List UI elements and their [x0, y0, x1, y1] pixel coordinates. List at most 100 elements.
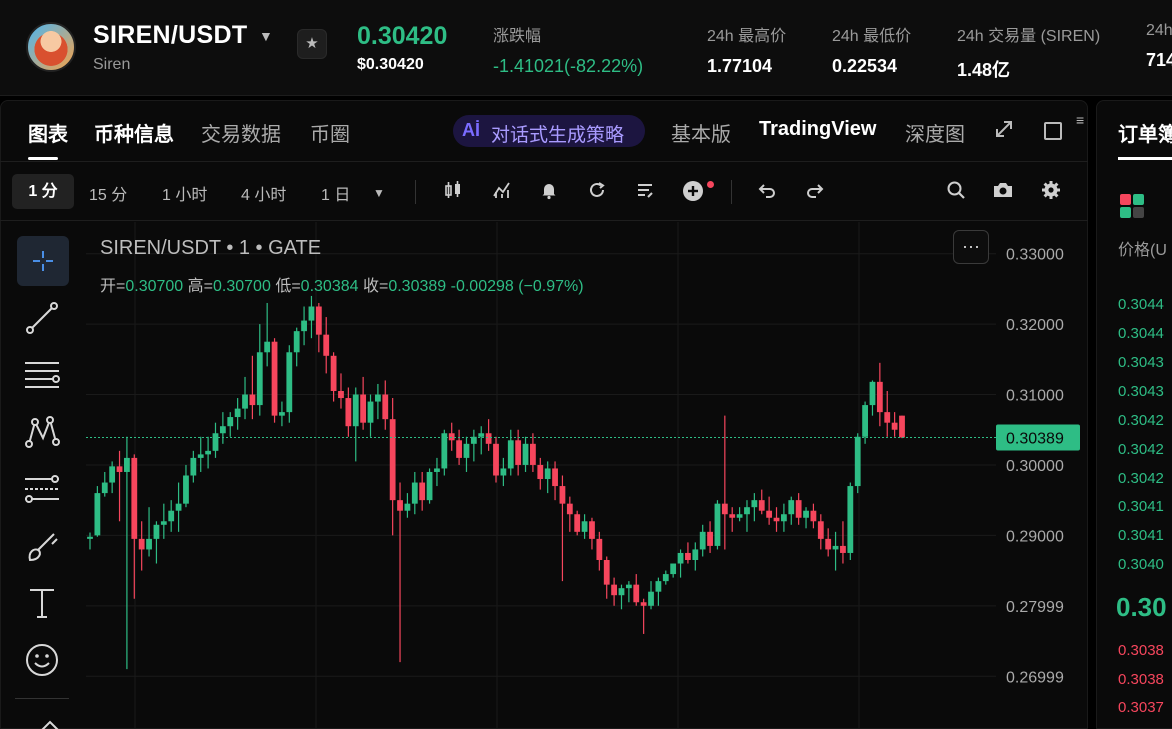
- divider: [15, 698, 69, 699]
- candle-body: [101, 482, 108, 494]
- order-book-mid-price: 0.30: [1116, 592, 1167, 622]
- stat-label: 24h 交易量 (SIREN): [957, 28, 1101, 45]
- favorite-star-icon[interactable]: ★: [297, 29, 327, 59]
- expand-icon[interactable]: [994, 119, 1014, 145]
- menu-icon[interactable]: ≡: [1076, 112, 1084, 128]
- gear-icon[interactable]: [1040, 180, 1062, 206]
- tab-active-indicator: [28, 157, 58, 160]
- trend-line-tool-icon[interactable]: [20, 296, 64, 340]
- more-options-button[interactable]: ···: [953, 230, 989, 264]
- stat-high: 24h 最高价 1.77104: [707, 22, 786, 77]
- candlestick-type-icon[interactable]: [442, 180, 464, 206]
- candle-body: [685, 552, 691, 560]
- y-axis-tick-label: 0.27999: [1006, 599, 1064, 616]
- candle-body: [146, 538, 152, 550]
- order-book-bid-price[interactable]: 0.3037: [1118, 699, 1164, 716]
- add-plus-icon[interactable]: [682, 180, 704, 208]
- candle-body: [153, 524, 160, 539]
- pair-name[interactable]: SIREN/USDT: [93, 21, 247, 50]
- y-axis-tick-label: 0.29000: [1006, 528, 1064, 545]
- fib-tool-icon[interactable]: [20, 467, 64, 511]
- order-book-bid-price[interactable]: 0.3038: [1118, 671, 1164, 688]
- tab-tradingview[interactable]: TradingView: [759, 118, 876, 141]
- ruler-tool-icon[interactable]: [20, 706, 64, 729]
- timeframe-4h[interactable]: 4 小时: [241, 181, 286, 205]
- stat-value: -1.41021(-82.22%): [493, 56, 644, 76]
- candle-body: [315, 306, 322, 335]
- candle-body: [389, 419, 396, 501]
- timeframe-15m[interactable]: 15 分: [89, 181, 127, 205]
- timeframe-1m[interactable]: 1 分: [12, 174, 74, 209]
- redo-icon[interactable]: [804, 180, 826, 206]
- horizontal-lines-tool-icon[interactable]: [20, 353, 64, 397]
- candle-body: [338, 391, 344, 399]
- candle-body: [160, 521, 167, 525]
- tab-depth[interactable]: 深度图: [905, 118, 965, 147]
- ai-strategy-button[interactable]: Aİ 对话式生成策略: [453, 115, 645, 147]
- order-book-ask-price[interactable]: 0.3041: [1118, 498, 1164, 515]
- candle-body: [648, 591, 654, 606]
- search-icon[interactable]: [945, 180, 967, 206]
- candle-body: [330, 355, 337, 391]
- order-book-ask-price[interactable]: 0.3044: [1118, 325, 1164, 342]
- candle-body: [751, 500, 758, 508]
- chevron-down-icon[interactable]: ▼: [259, 28, 273, 44]
- candle-body: [603, 560, 610, 585]
- alert-bell-icon[interactable]: [538, 180, 560, 206]
- order-book-ask-price[interactable]: 0.3042: [1118, 470, 1164, 487]
- stat-label: 涨跌幅: [493, 28, 542, 45]
- y-axis-tick-label: 0.33000: [1006, 247, 1064, 264]
- order-book-ask-price[interactable]: 0.3044: [1118, 296, 1164, 313]
- template-icon[interactable]: [634, 180, 656, 206]
- order-book-layout-icon[interactable]: [1120, 194, 1146, 220]
- candle-body: [537, 464, 544, 480]
- crosshair-tool-icon[interactable]: [17, 236, 69, 286]
- order-book-ask-price[interactable]: 0.3042: [1118, 412, 1164, 429]
- tab-trade-data[interactable]: 交易数据: [201, 118, 281, 147]
- candle-body: [279, 412, 285, 416]
- indicators-icon[interactable]: [491, 180, 513, 206]
- replay-icon[interactable]: [586, 180, 608, 206]
- window-icon[interactable]: [1043, 121, 1063, 147]
- order-book-ask-price[interactable]: 0.3041: [1118, 527, 1164, 544]
- order-book-ask-price[interactable]: 0.3043: [1118, 354, 1164, 371]
- tab-basic[interactable]: 基本版: [671, 118, 731, 147]
- candle-body: [256, 352, 263, 406]
- stat-low: 24h 最低价 0.22534: [832, 22, 911, 77]
- pattern-tool-icon[interactable]: [20, 410, 64, 454]
- camera-icon[interactable]: [992, 180, 1014, 206]
- candlestick-chart[interactable]: 0.33000 0.32000 0.31000 0.30000 0.29000 0.279…: [86, 222, 1088, 729]
- order-book-ask-price[interactable]: 0.3042: [1118, 441, 1164, 458]
- candle-body: [766, 510, 773, 518]
- candle-body: [345, 398, 352, 427]
- order-book-title[interactable]: 订单簿: [1118, 118, 1172, 147]
- undo-icon[interactable]: [756, 180, 778, 206]
- candle-body: [197, 454, 204, 458]
- candle-body: [633, 584, 640, 603]
- order-book-ask-price[interactable]: 0.3040: [1118, 556, 1164, 573]
- candle-body: [94, 493, 101, 536]
- tab-coin-info[interactable]: 币种信息: [94, 118, 174, 147]
- order-book-bid-price[interactable]: 0.3038: [1118, 642, 1164, 659]
- candle-body: [249, 394, 256, 406]
- brush-tool-icon[interactable]: [20, 524, 64, 568]
- timeframe-1h[interactable]: 1 小时: [162, 181, 207, 205]
- candle-body: [286, 352, 293, 413]
- tab-chart[interactable]: 图表: [28, 118, 68, 147]
- text-tool-icon[interactable]: [20, 581, 64, 625]
- chevron-down-icon[interactable]: ▼: [373, 186, 385, 200]
- stat-label: 24h 最高价: [707, 28, 787, 45]
- candle-body: [544, 468, 551, 480]
- candle-body: [382, 394, 389, 420]
- tab-circle[interactable]: 币圈: [310, 118, 350, 147]
- emoji-tool-icon[interactable]: [20, 638, 64, 682]
- stat-value: 1.48亿: [957, 60, 1011, 80]
- timeframe-1d[interactable]: 1 日: [321, 181, 350, 205]
- candle-body: [662, 574, 669, 582]
- order-book-ask-price[interactable]: 0.3043: [1118, 383, 1164, 400]
- current-price-tag-text: 0.30389: [1006, 431, 1064, 448]
- candle-body: [515, 440, 522, 465]
- candle-body: [832, 545, 839, 550]
- candle-body: [323, 334, 330, 356]
- candle-body: [448, 433, 455, 441]
